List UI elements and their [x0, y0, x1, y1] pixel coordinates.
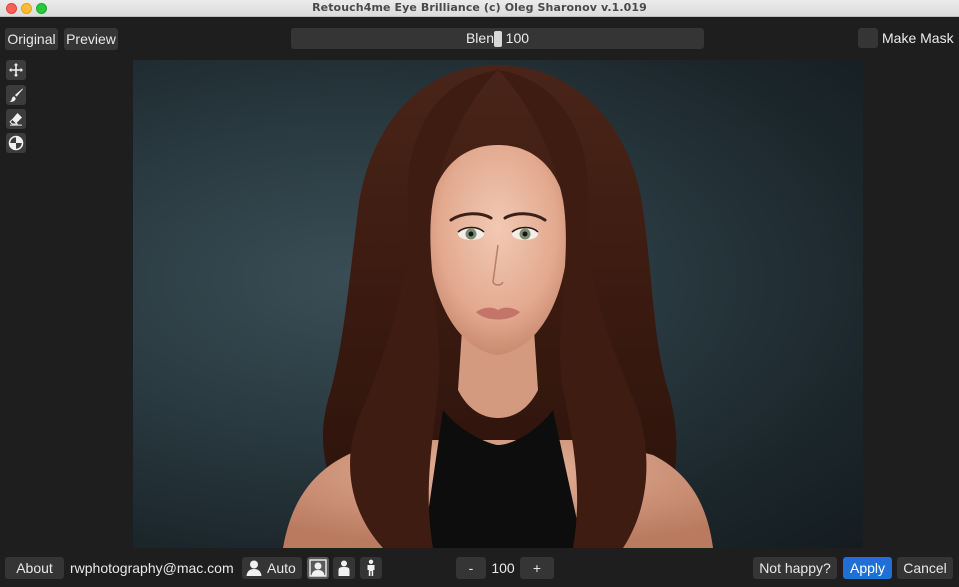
portrait-photo	[283, 65, 713, 548]
move-tool-button[interactable]	[6, 60, 26, 80]
auto-mode-label: Auto	[267, 560, 296, 576]
photo-canvas[interactable]	[133, 60, 863, 548]
auto-person-icon	[243, 557, 265, 579]
mask-overlay-tool-button[interactable]	[6, 133, 26, 153]
move-icon	[9, 63, 23, 77]
account-email: rwphotography@mac.com	[70, 560, 234, 576]
half-body-mode-button[interactable]	[333, 557, 355, 579]
brush-tool-button[interactable]	[6, 85, 26, 105]
window-title: Retouch4me Eye Brilliance (c) Oleg Sharo…	[312, 1, 647, 14]
apply-button[interactable]: Apply	[843, 557, 892, 579]
eraser-icon	[9, 113, 22, 126]
zoom-in-button[interactable]: +	[520, 557, 554, 579]
portrait-mode-button[interactable]	[307, 557, 329, 579]
cancel-button[interactable]: Cancel	[897, 557, 953, 579]
make-mask-label: Make Mask	[882, 30, 954, 46]
make-mask-checkbox[interactable]	[858, 28, 878, 48]
full-body-icon	[367, 559, 375, 576]
not-happy-button[interactable]: Not happy?	[753, 557, 837, 579]
zoom-out-button[interactable]: -	[456, 557, 486, 579]
headshot-icon	[309, 559, 327, 577]
brush-icon	[9, 88, 23, 102]
blend-slider[interactable]: Blend 100	[291, 28, 704, 49]
half-body-icon	[338, 560, 350, 576]
blend-slider-thumb[interactable]	[493, 31, 502, 47]
eraser-tool-button[interactable]	[6, 109, 26, 129]
preview-button[interactable]: Preview	[64, 28, 118, 50]
about-button[interactable]: About	[5, 557, 64, 579]
original-button[interactable]: Original	[5, 28, 58, 50]
title-bar: Retouch4me Eye Brilliance (c) Oleg Sharo…	[0, 0, 959, 17]
full-body-mode-button[interactable]	[360, 557, 382, 579]
mask-overlay-icon	[8, 135, 24, 151]
zoom-value: 100	[491, 560, 515, 576]
